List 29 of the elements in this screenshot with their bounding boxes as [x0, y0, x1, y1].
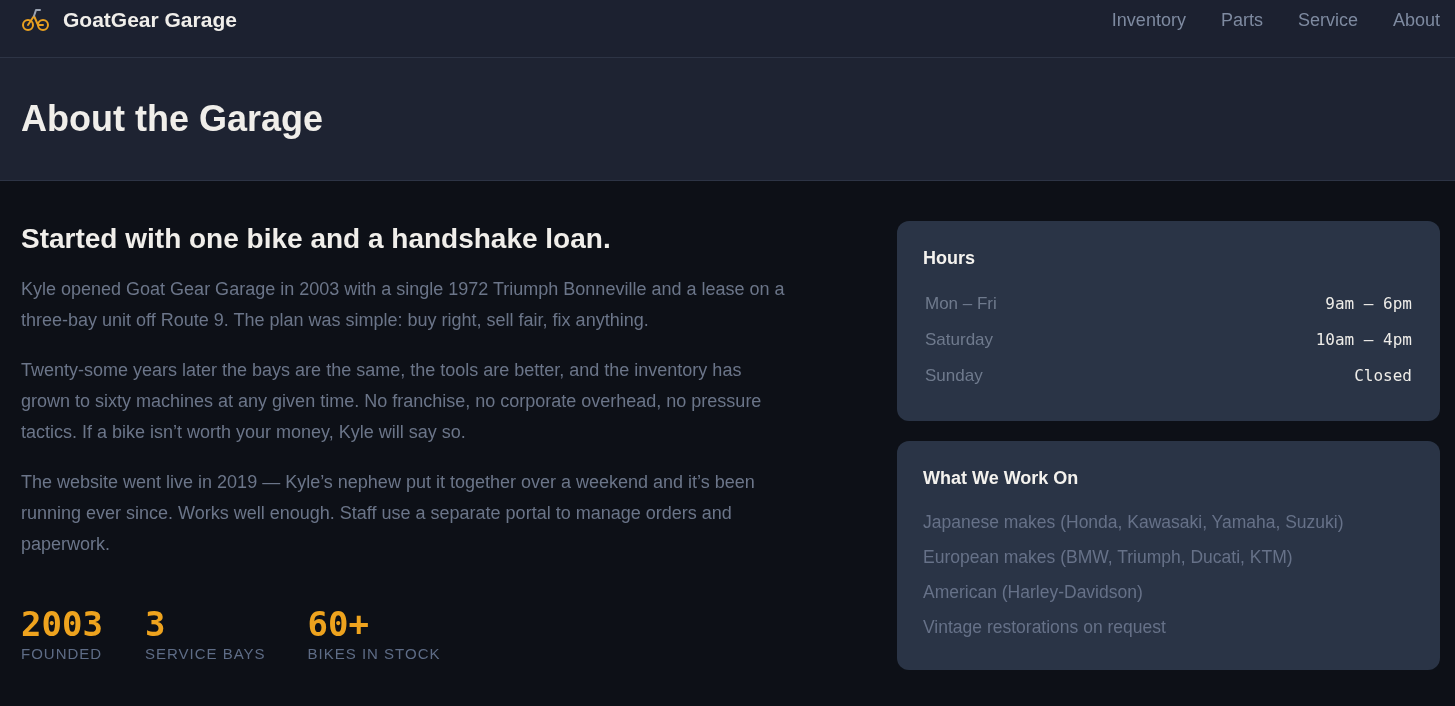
opening-hours: Closed	[1354, 365, 1412, 387]
nav-link[interactable]: Parts	[1220, 7, 1263, 33]
stat-value: 2003	[21, 604, 103, 644]
stat-label: BIKES IN STOCK	[307, 644, 441, 664]
stat-label: FOUNDED	[21, 644, 103, 664]
story-paragraph: The website went live in 2019 — Kyle’s nephew put it together over a weekend and it’s been running ever since. Works well enough. Staff use a separate portal to manage orders and paperwork.	[21, 471, 756, 556]
card-title: Hours	[923, 247, 976, 270]
opening-hours: 10am – 4pm	[1315, 329, 1412, 351]
site-title-link[interactable]: GoatGear Garage	[63, 7, 237, 33]
day-label: Mon – Fri	[925, 293, 997, 316]
day-label: Sunday	[925, 365, 983, 388]
specialty-item: European makes (BMW, Triumph, Ducati, KTM)	[923, 546, 1294, 569]
specialty-item: American (Harley-Davidson)	[923, 581, 1144, 604]
page-title: About the Garage	[21, 97, 324, 141]
nav-link[interactable]: Service	[1297, 7, 1358, 33]
stat-value: 3	[144, 604, 167, 644]
specialty-item: Japanese makes (Honda, Kawasaki, Yamaha, Suzuki)	[923, 511, 1345, 534]
story-paragraph: Twenty-some years later the bays are the same, the tools are better, and the inventory has grown to sixty machines at any given time. No franchise, no corporate overhead, no pressure tactics. If a bike isn’t worth your money, Kyle will say so.	[21, 359, 763, 444]
day-label: Saturday	[925, 329, 994, 352]
nav-link[interactable]: About	[1392, 7, 1440, 33]
card-title: What We Work On	[923, 467, 1080, 490]
bicycle-icon	[22, 8, 49, 32]
stat-value: 60+	[307, 604, 370, 644]
nav-link[interactable]: Inventory	[1111, 7, 1186, 33]
specialty-item: Vintage restorations on request	[923, 616, 1167, 639]
story-paragraph: Kyle opened Goat Gear Garage in 2003 with a single 1972 Triumph Bonneville and a lease on a three-bay unit off Route 9. The plan was simple: buy right, sell fair, fix anything.	[21, 278, 786, 332]
story-heading: Started with one bike and a handshake loan.	[21, 222, 612, 256]
stat-label: SERVICE BAYS	[144, 644, 266, 664]
opening-hours: 9am – 6pm	[1325, 293, 1412, 315]
